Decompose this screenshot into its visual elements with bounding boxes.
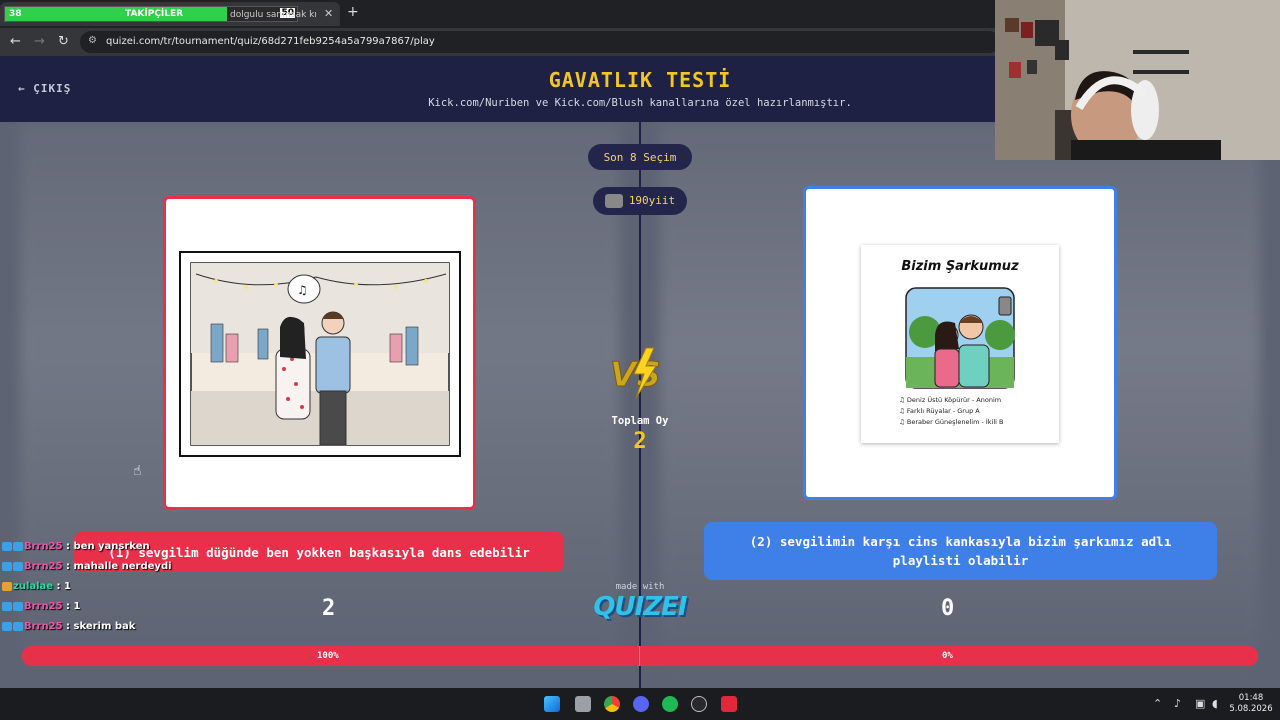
exit-button[interactable]: ← ÇIKIŞ xyxy=(18,82,71,95)
playlist-track: ♫ Deniz Üstü Köpürür - Anonim xyxy=(899,396,1002,404)
windows-taskbar: ⌃ ♪ ▣ ◖ 01:48 5.08.2026 xyxy=(0,688,1280,720)
chat-message: Brrn25 : skerim bak xyxy=(2,621,202,641)
voter-name: 190yiit xyxy=(628,194,676,207)
chat-message: zulalae : 1 xyxy=(2,581,202,601)
new-tab-icon[interactable]: + xyxy=(347,4,359,20)
left-vote-count: 2 xyxy=(322,596,336,621)
chat-badge-icon xyxy=(2,541,12,551)
vote-progress-bar: 100% 0% xyxy=(22,646,1258,666)
chat-text: mahalle nerdeydi xyxy=(73,561,172,572)
playlist-track: ♫ Farklı Rüyalar - Grup A xyxy=(899,407,980,415)
chrome-icon[interactable] xyxy=(604,696,620,712)
follower-goal-label: TAKİPÇİLER xyxy=(125,9,184,19)
music-note-icon: ♫ xyxy=(899,407,907,415)
network-icon[interactable]: ▣ xyxy=(1195,697,1205,710)
right-vote-count: 0 xyxy=(941,596,955,621)
reload-icon[interactable]: ↻ xyxy=(58,34,69,49)
music-note-icon: ♫ xyxy=(899,418,907,426)
total-votes-value: 2 xyxy=(633,429,647,454)
stream-chat-overlay: Brrn25 : ben yansrken Brrn25 : mahalle n… xyxy=(2,541,202,641)
exit-label: ÇIKIŞ xyxy=(33,82,72,95)
follower-goal-fill xyxy=(5,7,227,21)
chat-badge-icon xyxy=(2,601,12,611)
quizei-logo: QUIZEI xyxy=(593,592,687,622)
voter-badge: 190yiit xyxy=(593,187,687,215)
playlist-track: ♫ Beraber Güneşlenelim - İkili B xyxy=(899,418,1004,426)
volume-icon[interactable]: ◖ xyxy=(1212,697,1218,710)
chat-badge-icon xyxy=(13,601,23,611)
vs-emblem: VS xyxy=(606,342,674,402)
voter-avatar xyxy=(604,194,623,208)
follower-current-count: 38 xyxy=(9,9,22,19)
chat-user: Brrn25 xyxy=(24,561,63,572)
chat-badge-icon xyxy=(2,621,12,631)
chat-user: Brrn25 xyxy=(24,601,63,612)
quiz-title: GAVATLIK TESTİ xyxy=(548,68,732,92)
chat-message: Brrn25 : mahalle nerdeydi xyxy=(2,561,202,581)
clock-date: 5.08.2026 xyxy=(1229,704,1273,714)
chat-badge-icon xyxy=(13,621,23,631)
chat-text: 1 xyxy=(64,581,72,592)
chat-user: Brrn25 xyxy=(24,541,63,552)
arrow-left-icon: ← xyxy=(18,82,34,95)
clock-time: 01:48 xyxy=(1238,693,1264,703)
chat-user: Brrn25 xyxy=(24,621,63,632)
chevron-up-icon[interactable]: ⌃ xyxy=(1153,697,1162,710)
quiz-subtitle: Kick.com/Nuriben ve Kick.com/Blush kanal… xyxy=(428,97,852,109)
obs-icon[interactable] xyxy=(691,696,707,712)
music-note-icon: ♫ xyxy=(899,396,907,404)
back-arrow-icon[interactable]: ← xyxy=(10,34,21,49)
url-field[interactable]: ⚙ quizei.com/tr/tournament/quiz/68d271fe… xyxy=(80,31,1000,53)
windows-start-icon[interactable] xyxy=(544,696,560,712)
webcam-overlay xyxy=(995,0,1280,160)
playlist-tracks: ♫ Deniz Üstü Köpürür - Anonim ♫ Farklı R… xyxy=(899,395,1004,428)
mouse-cursor-icon: ☝ xyxy=(133,463,142,479)
stage-badge: Son 8 Seçim xyxy=(588,144,692,170)
right-percent: 0% xyxy=(942,651,953,661)
chat-badge-icon xyxy=(2,581,12,591)
forward-arrow-icon[interactable]: → xyxy=(34,34,45,49)
taskbar-clock[interactable]: 01:48 5.08.2026 xyxy=(1228,693,1274,715)
playlist-cover: Bizim Şarkumuz ♫ Deniz Üstü Köpürür - An… xyxy=(861,245,1059,443)
total-votes-label: Toplam Oy xyxy=(611,415,669,427)
left-option-card[interactable]: ♫ xyxy=(163,196,476,510)
vs-text: VS xyxy=(610,355,661,395)
couple-selfie-image xyxy=(905,287,1015,389)
site-info-icon[interactable]: ⚙ xyxy=(88,35,97,46)
chat-user: zulalae xyxy=(13,581,54,592)
chat-text: 1 xyxy=(73,601,81,612)
chat-text: ben yansrken xyxy=(73,541,150,552)
app-icon[interactable] xyxy=(721,696,737,712)
svg-text:♫: ♫ xyxy=(297,283,308,297)
close-tab-icon[interactable]: ✕ xyxy=(324,7,333,20)
chat-badge-icon xyxy=(13,541,23,551)
chat-badge-icon xyxy=(13,561,23,571)
discord-icon[interactable] xyxy=(633,696,649,712)
url-text: quizei.com/tr/tournament/quiz/68d271feb9… xyxy=(106,36,435,47)
right-option-card[interactable]: Bizim Şarkumuz ♫ Deniz Üstü Köpürür - An… xyxy=(803,186,1117,500)
playlist-title: Bizim Şarkumuz xyxy=(901,259,1019,274)
spotify-icon[interactable] xyxy=(662,696,678,712)
vote-progress-fill xyxy=(22,646,1258,666)
browser-tab[interactable]: 38 TAKİPÇİLER 50 dolgulu sanmsak kme ✕ xyxy=(0,2,340,26)
chat-message: Brrn25 : ben yansrken xyxy=(2,541,202,561)
chat-badge-icon xyxy=(2,561,12,571)
task-view-icon[interactable] xyxy=(575,696,591,712)
right-option-label[interactable]: (2) sevgilimin karşı cins kankasıyla biz… xyxy=(704,522,1217,580)
microphone-icon[interactable]: ♪ xyxy=(1174,697,1181,710)
chat-text: skerim bak xyxy=(73,621,136,632)
made-with-label: made with xyxy=(615,582,665,592)
left-percent: 100% xyxy=(317,651,339,661)
progress-center-line xyxy=(639,646,640,666)
chat-message: Brrn25 : 1 xyxy=(2,601,202,621)
left-option-image: ♫ xyxy=(179,251,461,457)
tab-title: dolgulu sanmsak kme xyxy=(230,10,316,20)
